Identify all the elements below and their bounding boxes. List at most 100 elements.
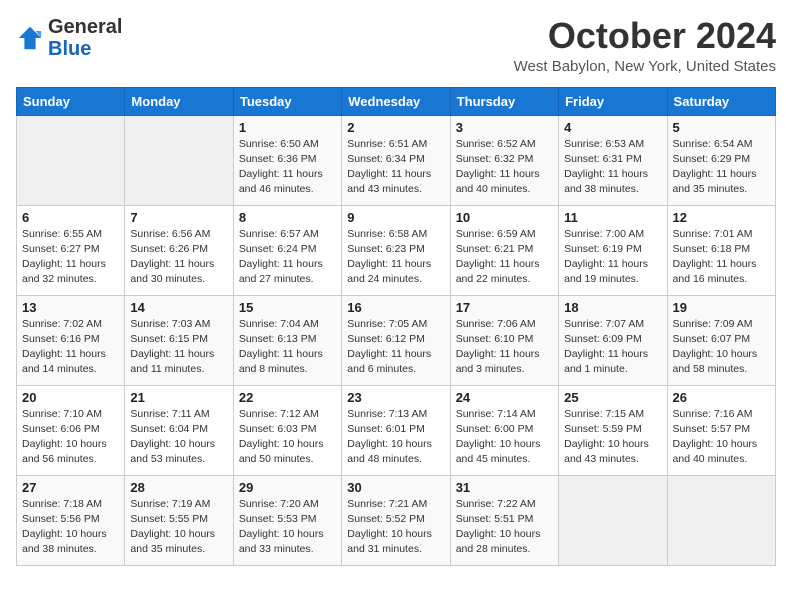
header: General Blue October 2024 West Babylon, … (16, 16, 776, 75)
day-detail: Sunrise: 7:07 AM Sunset: 6:09 PM Dayligh… (564, 317, 661, 378)
day-cell: 28Sunrise: 7:19 AM Sunset: 5:55 PM Dayli… (125, 475, 233, 565)
day-detail: Sunrise: 7:15 AM Sunset: 5:59 PM Dayligh… (564, 407, 661, 468)
day-cell: 29 Sunrise: 7:20 AM Sunset: 5:53 PM Dayli… (233, 475, 341, 565)
day-number: 18 (564, 300, 661, 315)
week-row-5: 27Sunrise: 7:18 AM Sunset: 5:56 PM Dayli… (17, 475, 776, 565)
header-cell-tuesday: Tuesday (233, 87, 341, 115)
header-cell-wednesday: Wednesday (342, 87, 450, 115)
logo-blue-text: Blue (48, 38, 91, 60)
header-cell-friday: Friday (559, 87, 667, 115)
day-detail: Sunrise: 7:06 AM Sunset: 6:10 PM Dayligh… (456, 317, 553, 378)
day-detail: Sunrise: 6:52 AM Sunset: 6:32 PM Dayligh… (456, 137, 553, 198)
day-detail: Sunrise: 7:04 AM Sunset: 6:13 PM Dayligh… (239, 317, 336, 378)
day-detail: Sunrise: 7:01 AM Sunset: 6:18 PM Dayligh… (673, 227, 770, 288)
day-detail: Sunrise: 6:50 AM Sunset: 6:36 PM Dayligh… (239, 137, 336, 198)
day-cell: 15Sunrise: 7:04 AM Sunset: 6:13 PM Dayli… (233, 295, 341, 385)
day-number: 9 (347, 210, 444, 225)
day-number: 27 (22, 480, 119, 495)
day-number: 14 (130, 300, 227, 315)
day-number: 11 (564, 210, 661, 225)
day-detail: Sunrise: 6:53 AM Sunset: 6:31 PM Dayligh… (564, 137, 661, 198)
day-number: 8 (239, 210, 336, 225)
day-number: 31 (456, 480, 553, 495)
calendar-table: SundayMondayTuesdayWednesdayThursdayFrid… (16, 87, 776, 566)
day-detail: Sunrise: 7:03 AM Sunset: 6:15 PM Dayligh… (130, 317, 227, 378)
day-cell: 10 Sunrise: 6:59 AM Sunset: 6:21 PM Dayli… (450, 205, 558, 295)
day-cell: 19 Sunrise: 7:09 AM Sunset: 6:07 PM Dayli… (667, 295, 775, 385)
day-number: 7 (130, 210, 227, 225)
calendar-body: 1 Sunrise: 6:50 AM Sunset: 6:36 PM Daylig… (17, 115, 776, 565)
day-number: 19 (673, 300, 770, 315)
day-detail: Sunrise: 7:14 AM Sunset: 6:00 PM Dayligh… (456, 407, 553, 468)
day-number: 10 (456, 210, 553, 225)
day-detail: Sunrise: 7:22 AM Sunset: 5:51 PM Dayligh… (456, 497, 553, 558)
day-number: 29 (239, 480, 336, 495)
header-cell-monday: Monday (125, 87, 233, 115)
day-cell: 7 Sunrise: 6:56 AM Sunset: 6:26 PM Daylig… (125, 205, 233, 295)
header-cell-thursday: Thursday (450, 87, 558, 115)
logo-icon (16, 24, 44, 52)
day-cell: 13Sunrise: 7:02 AM Sunset: 6:16 PM Dayli… (17, 295, 125, 385)
day-cell: 22 Sunrise: 7:12 AM Sunset: 6:03 PM Dayli… (233, 385, 341, 475)
day-cell: 21Sunrise: 7:11 AM Sunset: 6:04 PM Dayli… (125, 385, 233, 475)
day-cell (125, 115, 233, 205)
day-number: 21 (130, 390, 227, 405)
subtitle: West Babylon, New York, United States (514, 58, 776, 75)
day-detail: Sunrise: 6:54 AM Sunset: 6:29 PM Dayligh… (673, 137, 770, 198)
day-cell: 1 Sunrise: 6:50 AM Sunset: 6:36 PM Daylig… (233, 115, 341, 205)
header-row: SundayMondayTuesdayWednesdayThursdayFrid… (17, 87, 776, 115)
day-number: 1 (239, 120, 336, 135)
day-number: 28 (130, 480, 227, 495)
day-cell: 9 Sunrise: 6:58 AM Sunset: 6:23 PM Daylig… (342, 205, 450, 295)
day-cell: 26 Sunrise: 7:16 AM Sunset: 5:57 PM Dayli… (667, 385, 775, 475)
day-number: 22 (239, 390, 336, 405)
day-cell: 16Sunrise: 7:05 AM Sunset: 6:12 PM Dayli… (342, 295, 450, 385)
day-cell: 17 Sunrise: 7:06 AM Sunset: 6:10 PM Dayli… (450, 295, 558, 385)
day-detail: Sunrise: 7:16 AM Sunset: 5:57 PM Dayligh… (673, 407, 770, 468)
day-detail: Sunrise: 6:59 AM Sunset: 6:21 PM Dayligh… (456, 227, 553, 288)
week-row-2: 6Sunrise: 6:55 AM Sunset: 6:27 PM Daylig… (17, 205, 776, 295)
day-detail: Sunrise: 7:21 AM Sunset: 5:52 PM Dayligh… (347, 497, 444, 558)
day-cell: 20 Sunrise: 7:10 AM Sunset: 6:06 PM Dayli… (17, 385, 125, 475)
day-cell: 18 Sunrise: 7:07 AM Sunset: 6:09 PM Dayli… (559, 295, 667, 385)
day-cell: 6Sunrise: 6:55 AM Sunset: 6:27 PM Daylig… (17, 205, 125, 295)
day-detail: Sunrise: 6:55 AM Sunset: 6:27 PM Dayligh… (22, 227, 119, 288)
day-cell: 24 Sunrise: 7:14 AM Sunset: 6:00 PM Dayli… (450, 385, 558, 475)
day-cell (667, 475, 775, 565)
day-number: 4 (564, 120, 661, 135)
week-row-4: 20 Sunrise: 7:10 AM Sunset: 6:06 PM Dayli… (17, 385, 776, 475)
day-number: 12 (673, 210, 770, 225)
day-number: 17 (456, 300, 553, 315)
header-cell-sunday: Sunday (17, 87, 125, 115)
day-number: 20 (22, 390, 119, 405)
day-number: 23 (347, 390, 444, 405)
day-detail: Sunrise: 7:20 AM Sunset: 5:53 PM Dayligh… (239, 497, 336, 558)
day-cell: 30Sunrise: 7:21 AM Sunset: 5:52 PM Dayli… (342, 475, 450, 565)
day-cell: 31 Sunrise: 7:22 AM Sunset: 5:51 PM Dayli… (450, 475, 558, 565)
day-number: 5 (673, 120, 770, 135)
day-detail: Sunrise: 7:09 AM Sunset: 6:07 PM Dayligh… (673, 317, 770, 378)
day-cell: 23 Sunrise: 7:13 AM Sunset: 6:01 PM Dayli… (342, 385, 450, 475)
day-cell: 12 Sunrise: 7:01 AM Sunset: 6:18 PM Dayli… (667, 205, 775, 295)
day-detail: Sunrise: 6:58 AM Sunset: 6:23 PM Dayligh… (347, 227, 444, 288)
day-detail: Sunrise: 7:10 AM Sunset: 6:06 PM Dayligh… (22, 407, 119, 468)
day-number: 24 (456, 390, 553, 405)
day-number: 13 (22, 300, 119, 315)
logo: General Blue (16, 16, 122, 60)
day-cell: 2Sunrise: 6:51 AM Sunset: 6:34 PM Daylig… (342, 115, 450, 205)
title-area: October 2024 West Babylon, New York, Uni… (514, 16, 776, 75)
day-detail: Sunrise: 7:13 AM Sunset: 6:01 PM Dayligh… (347, 407, 444, 468)
header-cell-saturday: Saturday (667, 87, 775, 115)
day-detail: Sunrise: 7:00 AM Sunset: 6:19 PM Dayligh… (564, 227, 661, 288)
day-number: 26 (673, 390, 770, 405)
day-detail: Sunrise: 6:51 AM Sunset: 6:34 PM Dayligh… (347, 137, 444, 198)
day-number: 25 (564, 390, 661, 405)
month-title: October 2024 (514, 16, 776, 56)
day-cell (17, 115, 125, 205)
day-cell: 11 Sunrise: 7:00 AM Sunset: 6:19 PM Dayli… (559, 205, 667, 295)
day-detail: Sunrise: 6:56 AM Sunset: 6:26 PM Dayligh… (130, 227, 227, 288)
day-number: 3 (456, 120, 553, 135)
day-detail: Sunrise: 7:12 AM Sunset: 6:03 PM Dayligh… (239, 407, 336, 468)
day-cell: 27Sunrise: 7:18 AM Sunset: 5:56 PM Dayli… (17, 475, 125, 565)
day-cell: 4 Sunrise: 6:53 AM Sunset: 6:31 PM Daylig… (559, 115, 667, 205)
